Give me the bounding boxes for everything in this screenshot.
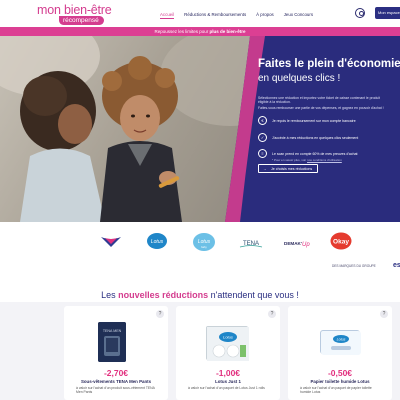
product-price: -1,00€ bbox=[215, 368, 241, 378]
brand-logo-okay[interactable]: Okay bbox=[330, 232, 352, 255]
okay-logo-icon: Okay bbox=[330, 232, 352, 250]
receipt-icon: ≡ bbox=[258, 149, 267, 158]
help-icon[interactable]: ? bbox=[380, 310, 388, 318]
wipes-pack-text: Lotus bbox=[337, 338, 346, 342]
lotus-pack-icon: Lotus bbox=[207, 327, 249, 361]
svg-text:Up: Up bbox=[302, 242, 310, 248]
product-desc: à valoir sur l'achat d'un paquet de Lotu… bbox=[188, 386, 265, 390]
logo-main-text: mon bien-être bbox=[37, 3, 112, 17]
brand-logo-demakup[interactable]: DEMAK' Up bbox=[284, 236, 312, 254]
product-price: -0,50€ bbox=[327, 368, 353, 378]
site-header: mon bien-être récompensé Accueil Réducti… bbox=[0, 0, 400, 27]
tena-pack-icon: TENA MEN bbox=[98, 322, 126, 362]
brand-logo-lotus[interactable]: Lotus bbox=[146, 232, 168, 255]
section-title-after: n'attendent que vous ! bbox=[210, 290, 299, 300]
user-icon[interactable] bbox=[355, 8, 365, 18]
svg-text:baby: baby bbox=[201, 246, 207, 249]
help-icon[interactable]: ? bbox=[268, 310, 276, 318]
group-logo: es bbox=[393, 262, 400, 269]
hero-title: Faites le plein d'économies bbox=[258, 58, 400, 70]
promo-bar: Repoussez les limites pour plus de bien-… bbox=[0, 27, 400, 36]
svg-text:Okay: Okay bbox=[333, 239, 349, 246]
site-logo[interactable]: mon bien-être récompensé bbox=[37, 3, 112, 25]
product-name: Papier toilette humide Lotus bbox=[310, 379, 370, 384]
terms-link[interactable]: nos conditions d'utilisation bbox=[307, 158, 342, 162]
nav-item-a-propos[interactable]: À propos bbox=[256, 12, 274, 19]
nav-item-accueil[interactable]: Accueil bbox=[160, 12, 175, 19]
hero-steps-note-text: * Pour en savoir plus, voir bbox=[272, 158, 307, 162]
logo-sub-text: récompensé bbox=[59, 16, 104, 25]
choose-reductions-label: Je choisis mes réductions bbox=[271, 167, 313, 171]
account-button[interactable]: Mon espace bbox=[375, 7, 400, 19]
product-card[interactable]: ? Lotus -1,00€ Lotus Just 1 à valoir sur… bbox=[176, 306, 280, 400]
section-title-before: Les bbox=[101, 290, 116, 300]
section-title: Les nouvelles réductions n'attendent que… bbox=[0, 290, 400, 300]
product-image-lotus-just1: Lotus bbox=[206, 326, 249, 361]
product-image-tena: TENA MEN bbox=[98, 322, 126, 362]
wipes-pack-icon: Lotus bbox=[321, 331, 361, 355]
product-desc: à valoir sur l'achat d'un paquet de papi… bbox=[300, 386, 372, 395]
brand-logo-tena[interactable]: TENA bbox=[238, 236, 264, 254]
product-name: Sous-vêtements TENA Men Pants bbox=[80, 379, 152, 384]
svg-text:DEMAK': DEMAK' bbox=[284, 241, 302, 246]
svg-text:Lotus: Lotus bbox=[198, 239, 211, 245]
arrow-icon: → bbox=[263, 167, 267, 171]
product-card[interactable]: ? Lotus -0,50€ Papier toilette humide Lo… bbox=[288, 306, 392, 400]
hero-subtitle: en quelques clics ! bbox=[258, 73, 341, 84]
help-icon[interactable]: ? bbox=[156, 310, 164, 318]
promo-text: Repoussez les limites pour bbox=[154, 29, 209, 34]
check-icon: ✓ bbox=[258, 133, 267, 142]
brand-logo-nana[interactable] bbox=[100, 234, 122, 253]
nana-logo-icon bbox=[101, 237, 121, 247]
product-desc: à valoir sur l'achat d'un produit sous-v… bbox=[76, 386, 155, 395]
tena-logo-icon: TENA bbox=[239, 241, 263, 248]
hero-banner: Faites le plein d'économies en quelques … bbox=[0, 36, 400, 222]
brands-note: DES MARQUES DU GROUPE bbox=[332, 264, 376, 268]
money-icon: € bbox=[258, 116, 267, 125]
promo-bold-text: plus de bien-être bbox=[209, 29, 246, 34]
hero-step-1: € Je reçois le remboursement sur mon com… bbox=[258, 116, 356, 125]
demakup-logo-icon: DEMAK' Up bbox=[284, 241, 310, 248]
tena-pack-text: TENA MEN bbox=[103, 329, 122, 333]
product-image-lotus-wipes: Lotus bbox=[320, 330, 361, 355]
hero-paragraph-line-3: Faites-vous rembourser une partie de vos… bbox=[258, 106, 384, 110]
hero-step-2: ✓ J'accède à mes réductions en quelques … bbox=[258, 133, 358, 142]
hero-step-3-text: Le scan prend en compte 60% de mes preuv… bbox=[272, 151, 358, 156]
nav-item-jeux-concours[interactable]: Jeux Concours bbox=[284, 12, 313, 19]
hero-step-2-text: J'accède à mes réductions en quelques cl… bbox=[272, 135, 359, 140]
brand-logo-lotus-baby[interactable]: Lotus baby bbox=[192, 232, 216, 257]
product-price: -2,70€ bbox=[103, 368, 129, 378]
product-card[interactable]: ? TENA MEN -2,70€ Sous-vêtements TENA Me… bbox=[64, 306, 168, 400]
choose-reductions-button[interactable]: → Je choisis mes réductions bbox=[258, 164, 318, 173]
hero-step-3: ≡ Le scan prend en compte 60% de mes pre… bbox=[258, 149, 358, 158]
lotus-logo-icon: Lotus bbox=[147, 233, 167, 249]
section-title-bold: nouvelles réductions bbox=[118, 290, 209, 300]
nav-item-reductions[interactable]: Réductions & Remboursements bbox=[184, 12, 246, 19]
hero-steps-note: * Pour en savoir plus, voir nos conditio… bbox=[272, 158, 342, 162]
hero-step-1-text: Je reçois le remboursement sur mon compt… bbox=[272, 118, 356, 123]
lotus-pack-text: Lotus bbox=[223, 335, 233, 340]
main-nav: Accueil Réductions & Remboursements À pr… bbox=[160, 12, 323, 19]
product-name: Lotus Just 1 bbox=[215, 379, 241, 384]
svg-text:Lotus: Lotus bbox=[151, 239, 164, 245]
hero-paragraph-line-2: éligible à la réduction. bbox=[258, 100, 291, 104]
lotus-baby-logo-icon: Lotus baby bbox=[193, 233, 215, 251]
